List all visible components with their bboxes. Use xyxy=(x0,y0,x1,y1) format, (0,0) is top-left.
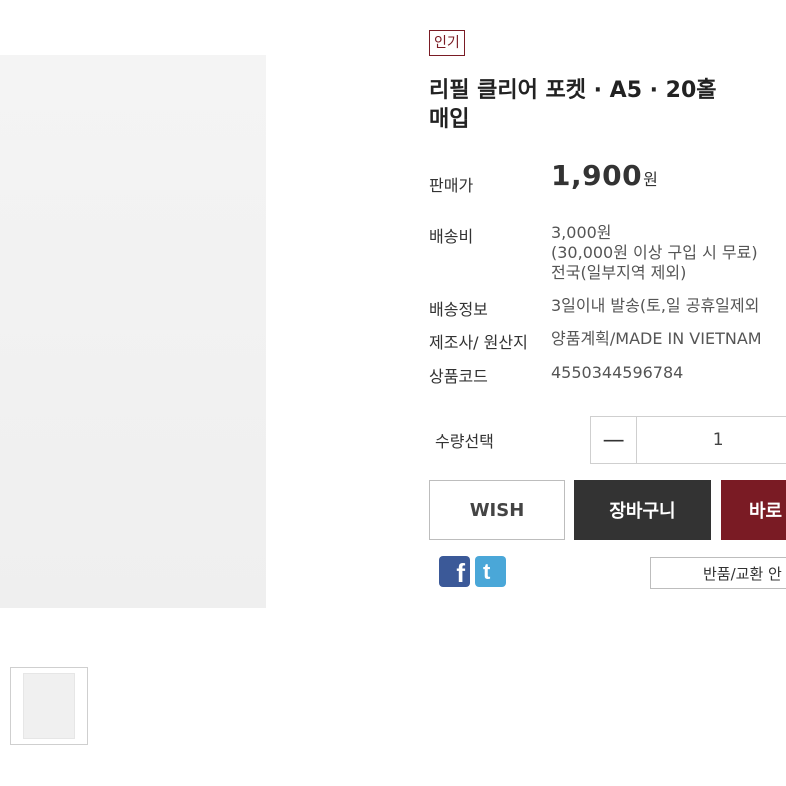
quantity-stepper: — 1 xyxy=(590,416,786,464)
product-thumbnail[interactable] xyxy=(10,667,88,745)
product-code-label: 상품코드 xyxy=(429,367,488,386)
shipping-region: 전국(일부지역 제외) xyxy=(551,263,687,282)
add-to-cart-button[interactable]: 장바구니 xyxy=(574,480,711,540)
return-exchange-info-button[interactable]: 반품/교환 안 xyxy=(650,557,786,589)
popular-badge: 인기 xyxy=(429,30,465,56)
delivery-value: 3일이내 발송(토,일 공휴일제외 xyxy=(551,296,760,315)
facebook-share-button[interactable]: f xyxy=(439,556,470,587)
twitter-share-button[interactable]: t xyxy=(475,556,506,587)
facebook-icon: f xyxy=(456,558,465,588)
product-title-line-1: 리필 클리어 포켓 · A5 · 20홀 xyxy=(429,78,717,103)
maker-origin-value: 양품계획/MADE IN VIETNAM xyxy=(551,329,762,348)
price-unit: 원 xyxy=(643,170,658,189)
delivery-label: 배송정보 xyxy=(429,300,488,319)
thumbnail-image xyxy=(23,673,75,739)
maker-origin-label: 제조사/ 원산지 xyxy=(429,333,528,352)
product-main-image xyxy=(0,55,266,608)
quantity-input[interactable]: 1 xyxy=(637,417,786,463)
price-amount: 1,900 xyxy=(551,159,643,192)
shipping-fee: 3,000원 xyxy=(551,223,612,242)
price-label: 판매가 xyxy=(429,176,474,195)
product-title: 리필 클리어 포켓 · A5 · 20홀 매입 xyxy=(429,76,786,134)
shipping-free-condition: (30,000원 이상 구입 시 무료) xyxy=(551,243,758,262)
shipping-label: 배송비 xyxy=(429,227,474,246)
buy-now-button[interactable]: 바로 xyxy=(721,480,786,540)
quantity-decrease-button[interactable]: — xyxy=(591,417,638,463)
shipping-value: 3,000원 (30,000원 이상 구입 시 무료) 전국(일부지역 제외) xyxy=(551,223,758,283)
price-value: 1,900원 xyxy=(551,162,658,190)
twitter-icon: t xyxy=(483,559,491,584)
wish-button[interactable]: WISH xyxy=(429,480,565,540)
product-code-value: 4550344596784 xyxy=(551,363,684,382)
quantity-label: 수량선택 xyxy=(435,432,494,451)
product-title-line-2: 매입 xyxy=(429,107,470,132)
